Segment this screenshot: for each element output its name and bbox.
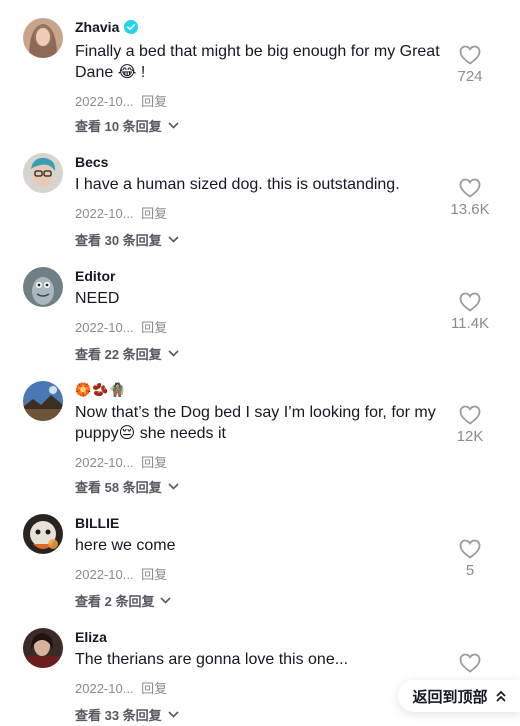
- heart-icon: [459, 292, 481, 312]
- avatar[interactable]: [23, 153, 63, 193]
- view-replies-button[interactable]: 查看 22 条回复: [75, 344, 179, 363]
- chevron-down-icon: [168, 483, 179, 490]
- reply-button[interactable]: 回复: [141, 567, 167, 582]
- heart-icon: [459, 653, 481, 673]
- like-button[interactable]: 12K: [440, 405, 500, 446]
- comment-meta: 2022-10... 回复: [75, 678, 167, 697]
- view-replies-button[interactable]: 查看 2 条回复: [75, 591, 172, 610]
- chevron-down-icon: [168, 350, 179, 357]
- reply-button[interactable]: 回复: [141, 681, 167, 696]
- back-to-top-button[interactable]: 返回到顶部: [398, 680, 520, 712]
- comment-date: 2022-10...: [75, 567, 134, 582]
- reply-button[interactable]: 回复: [141, 320, 167, 335]
- view-replies-label: 查看 30 条回复: [75, 233, 162, 248]
- like-count: 5: [465, 562, 475, 579]
- like-count: 13.6K: [450, 201, 490, 218]
- username[interactable]: Eliza: [75, 628, 107, 646]
- comment-date: 2022-10...: [75, 206, 134, 221]
- comment-text: Now that’s the Dog bed I say I’m looking…: [75, 404, 436, 442]
- like-count: 12K: [456, 428, 484, 445]
- comment-meta: 2022-10... 回复: [75, 452, 167, 471]
- heart-icon: [459, 178, 481, 198]
- comment-meta: 2022-10... 回复: [75, 91, 167, 110]
- comment-meta: 2022-10... 回复: [75, 317, 167, 336]
- like-button[interactable]: 13.6K: [440, 178, 500, 219]
- heart-icon: [459, 539, 481, 559]
- view-replies-button[interactable]: 查看 10 条回复: [75, 116, 179, 135]
- like-count: 11.4K: [450, 315, 490, 332]
- chevron-down-icon: [168, 122, 179, 129]
- view-replies-button[interactable]: 查看 58 条回复: [75, 477, 179, 496]
- chevron-down-icon: [168, 236, 179, 243]
- heart-icon: [459, 405, 481, 425]
- view-replies-label: 查看 33 条回复: [75, 708, 162, 723]
- comment-text: here we come: [75, 537, 176, 554]
- username[interactable]: Becs: [75, 153, 108, 171]
- comment-meta: 2022-10... 回复: [75, 203, 167, 222]
- username[interactable]: BILLIE: [75, 514, 119, 532]
- comment-date: 2022-10...: [75, 455, 134, 470]
- avatar[interactable]: [23, 18, 63, 58]
- verified-badge-icon: [124, 20, 139, 34]
- username-text[interactable]: Becs: [75, 153, 108, 171]
- comment-date: 2022-10...: [75, 320, 134, 335]
- avatar[interactable]: [23, 514, 63, 554]
- comment-text: I have a human sized dog. this is outsta…: [75, 176, 400, 193]
- comment-text: Finally a bed that might be big enough f…: [75, 43, 440, 81]
- view-replies-button[interactable]: 查看 30 条回复: [75, 230, 179, 249]
- username[interactable]: Editor: [75, 267, 115, 285]
- heart-icon: [459, 45, 481, 65]
- username-text[interactable]: Eliza: [75, 628, 107, 646]
- comment-meta: 2022-10... 回复: [75, 564, 167, 583]
- comment-text: The therians are gonna love this one...: [75, 651, 349, 668]
- like-button[interactable]: 5: [440, 539, 500, 580]
- comment-date: 2022-10...: [75, 681, 134, 696]
- avatar[interactable]: [23, 381, 63, 421]
- username-text[interactable]: Zhavia: [75, 18, 119, 36]
- like-button[interactable]: 724: [440, 45, 500, 86]
- view-replies-label: 查看 10 条回复: [75, 119, 162, 134]
- reply-button[interactable]: 回复: [141, 455, 167, 470]
- like-button[interactable]: [440, 653, 500, 676]
- like-button[interactable]: 11.4K: [440, 292, 500, 333]
- username-text[interactable]: 🏵️🫘🧌: [75, 381, 127, 399]
- username-text[interactable]: BILLIE: [75, 514, 119, 532]
- chevron-down-icon: [160, 597, 172, 604]
- avatar[interactable]: [23, 267, 63, 307]
- username-text[interactable]: Editor: [75, 267, 115, 285]
- view-replies-label: 查看 58 条回复: [75, 480, 162, 495]
- reply-button[interactable]: 回复: [141, 94, 167, 109]
- username[interactable]: Zhavia: [75, 18, 139, 36]
- reply-button[interactable]: 回复: [141, 206, 167, 221]
- view-replies-label: 查看 2 条回复: [75, 594, 155, 609]
- double-chevron-up-icon: [495, 690, 506, 702]
- username[interactable]: 🏵️🫘🧌: [75, 381, 127, 399]
- comment-text: NEED: [75, 290, 120, 307]
- view-replies-button[interactable]: 查看 33 条回复: [75, 705, 179, 724]
- like-count: 724: [457, 68, 483, 85]
- back-to-top-label: 返回到顶部: [412, 688, 488, 706]
- comment-date: 2022-10...: [75, 94, 134, 109]
- avatar[interactable]: [23, 628, 63, 668]
- chevron-down-icon: [168, 711, 179, 718]
- view-replies-label: 查看 22 条回复: [75, 347, 162, 362]
